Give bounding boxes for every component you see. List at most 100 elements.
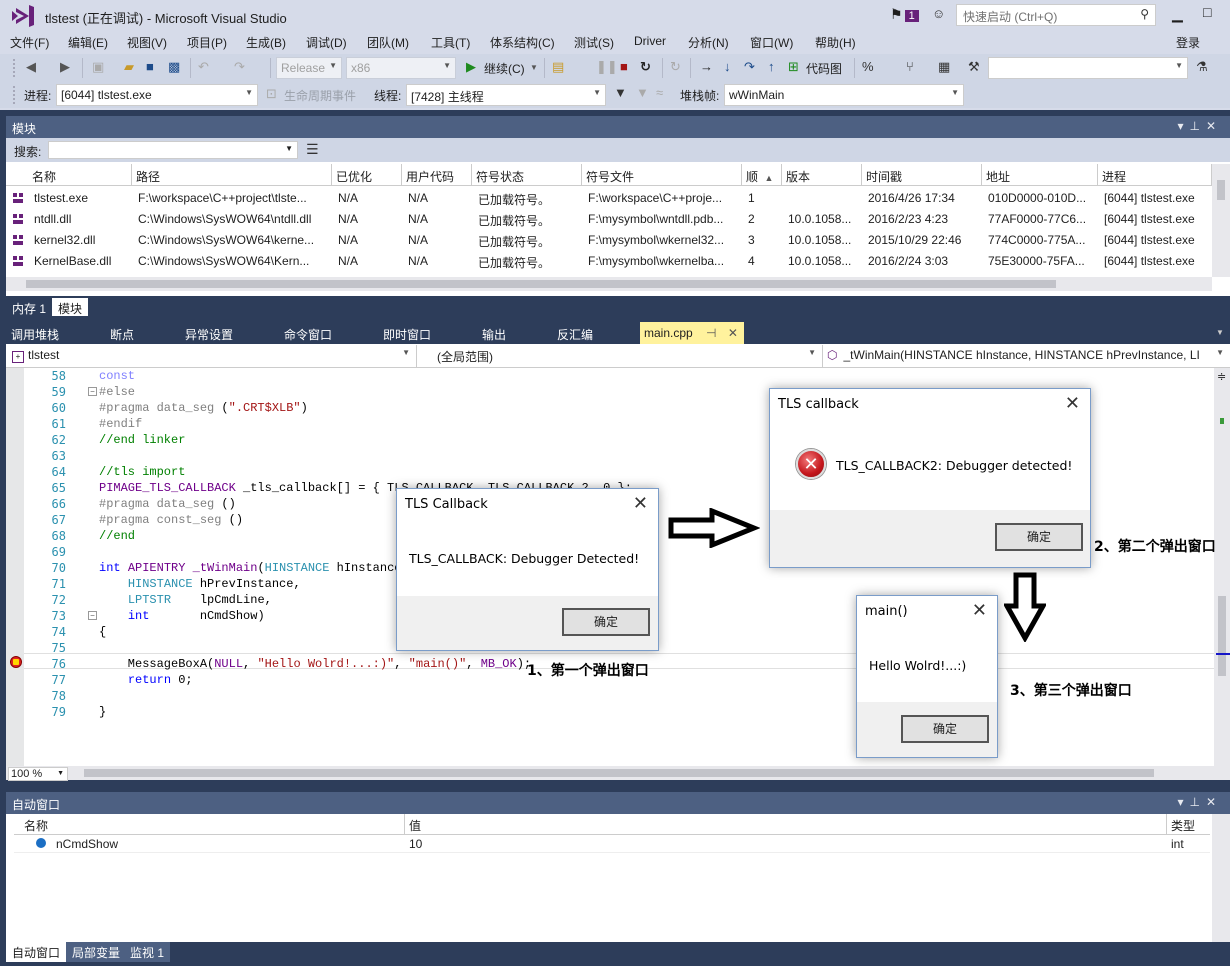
column-header-name[interactable]: 名称	[24, 817, 48, 834]
code-line[interactable]: MessageBoxA(NULL, "Hello Wolrd!...:)", "…	[99, 657, 531, 671]
column-header[interactable]: 时间戳	[862, 164, 982, 186]
toolbar-grip[interactable]	[12, 85, 16, 105]
menu-item[interactable]: 分析(N)	[688, 34, 729, 51]
modules-vertical-scrollbar[interactable]	[1212, 164, 1230, 277]
modules-horizontal-scrollbar[interactable]	[6, 277, 1212, 291]
menu-item[interactable]: 生成(B)	[246, 34, 286, 51]
menu-item[interactable]: 视图(V)	[127, 34, 167, 51]
code-line[interactable]: #else	[99, 385, 135, 399]
source-control-icon[interactable]: ⑂	[906, 59, 914, 74]
scope-select[interactable]: (全局范围) ▼	[416, 345, 820, 367]
pin-icon[interactable]: ⊥	[1189, 795, 1205, 809]
restart-icon[interactable]: ↻	[640, 59, 651, 75]
stop-icon[interactable]: ■	[620, 59, 628, 74]
feedback-icon[interactable]: ☺	[932, 6, 945, 21]
member-select[interactable]: ⬡ _tWinMain(HINSTANCE hInstance, HINSTANC…	[822, 345, 1228, 367]
continue-button[interactable]: 继续(C)	[484, 60, 525, 77]
code-line[interactable]: }	[99, 705, 106, 719]
breakpoint-gutter[interactable]	[6, 368, 24, 766]
login-link[interactable]: 登录	[1176, 34, 1200, 51]
close-icon[interactable]: ✕	[972, 600, 987, 621]
code-line[interactable]: HINSTANCE hPrevInstance,	[99, 577, 301, 591]
toolbar-grip[interactable]	[12, 58, 16, 78]
menu-item[interactable]: 项目(P)	[187, 34, 227, 51]
table-row[interactable]: nCmdShow 10 int	[14, 835, 1210, 853]
code-line[interactable]: #endif	[99, 417, 142, 431]
save-icon[interactable]: ■	[146, 59, 154, 74]
column-header[interactable]: 用户代码	[402, 164, 472, 186]
filter-icon[interactable]: ▼	[614, 85, 627, 100]
breakpoints-disable-icon[interactable]: %	[862, 59, 874, 74]
variable-value[interactable]: 10	[409, 837, 422, 851]
solution-config-select[interactable]: Release ▼	[276, 57, 342, 79]
scrollbar-thumb[interactable]	[84, 769, 1154, 777]
collapse-icon[interactable]: −	[88, 611, 97, 620]
find-icon[interactable]: ⚒	[968, 59, 980, 75]
code-line[interactable]: //end linker	[99, 433, 185, 447]
process-icon[interactable]: ▤	[552, 59, 564, 75]
stackframe-select[interactable]: wWinMain ▼	[724, 84, 964, 106]
process-select[interactable]: [6044] tlstest.exe ▼	[56, 84, 258, 106]
scrollbar-thumb[interactable]	[1217, 180, 1225, 200]
navigate-back-icon[interactable]: ◀	[26, 59, 36, 75]
lifecycle-events-button[interactable]: 生命周期事件	[284, 87, 356, 104]
editor-vertical-scrollbar[interactable]: ≑	[1214, 368, 1230, 766]
apply-code-changes-icon[interactable]: ↻	[670, 59, 681, 75]
continue-play-icon[interactable]: ▶	[466, 59, 476, 75]
menu-item[interactable]: 体系结构(C)	[490, 34, 555, 51]
thread-select[interactable]: [7428] 主线程 ▼	[406, 84, 606, 106]
table-row[interactable]: kernel32.dll C:\Windows\SysWOW64\kerne...…	[6, 230, 1212, 251]
save-all-icon[interactable]: ▩	[168, 59, 180, 75]
test-icon[interactable]: ⚗	[1196, 59, 1208, 75]
zoom-level-select[interactable]: 100 % ▼	[8, 767, 68, 781]
menu-item[interactable]: 测试(S)	[574, 34, 614, 51]
collapse-icon[interactable]: −	[88, 387, 97, 396]
step-out-icon[interactable]: ↑	[768, 59, 775, 74]
close-icon[interactable]: ✕	[633, 493, 648, 514]
close-icon[interactable]: ✕	[1206, 119, 1222, 133]
column-header-type[interactable]: 类型	[1166, 814, 1199, 835]
maximize-button[interactable]: □	[1203, 4, 1211, 20]
ok-button[interactable]: 确定	[562, 608, 650, 636]
menu-item[interactable]: Driver	[634, 34, 666, 48]
show-next-statement-icon[interactable]: →	[700, 59, 713, 74]
tab-tool-window[interactable]: 断点	[110, 326, 134, 343]
quick-launch-input[interactable]: 快速启动 (Ctrl+Q) ⚲	[956, 4, 1156, 26]
code-line[interactable]: int nCmdShow)	[99, 609, 265, 623]
tab-locals[interactable]: 局部变量	[66, 942, 127, 962]
tab-overflow-icon[interactable]: ▼	[1216, 328, 1224, 337]
tab-watch-1[interactable]: 监视 1	[124, 942, 171, 962]
filter-clear-icon[interactable]: ▼	[636, 85, 649, 100]
column-header[interactable]: 名称	[28, 164, 132, 186]
step-over-icon[interactable]: ↷	[744, 59, 755, 75]
pin-icon[interactable]: ⊣	[706, 326, 716, 340]
code-line[interactable]: //end	[99, 529, 135, 543]
tab-main-cpp[interactable]: main.cpp ⊣ ✕	[640, 322, 744, 344]
close-icon[interactable]: ✕	[728, 326, 738, 340]
menu-item[interactable]: 团队(M)	[367, 34, 409, 51]
panel-menu-icon[interactable]: ▾	[1177, 795, 1189, 809]
modules-search-input[interactable]: ▼	[48, 141, 298, 159]
minimize-button[interactable]: ▁	[1172, 6, 1183, 23]
column-header[interactable]: 地址	[982, 164, 1098, 186]
code-line[interactable]: #pragma data_seg ()	[99, 497, 236, 511]
redo-icon[interactable]: ↷	[234, 59, 245, 75]
column-header[interactable]: 顺 ▲	[742, 164, 782, 186]
code-line[interactable]: //tls import	[99, 465, 185, 479]
pause-icon[interactable]: ❚❚	[596, 59, 618, 75]
menu-item[interactable]: 帮助(H)	[815, 34, 856, 51]
tab-tool-window[interactable]: 反汇编	[557, 326, 593, 343]
menu-item[interactable]: 工具(T)	[431, 34, 470, 51]
close-icon[interactable]: ✕	[1206, 795, 1222, 809]
menu-item[interactable]: 文件(F)	[10, 34, 49, 51]
project-select[interactable]: + tlstest ▼	[8, 345, 414, 367]
undo-icon[interactable]: ↶	[198, 59, 209, 75]
menu-item[interactable]: 调试(D)	[306, 34, 347, 51]
panel-menu-icon[interactable]: ▾	[1177, 119, 1189, 133]
autos-vertical-scrollbar[interactable]	[1212, 814, 1230, 942]
tab-tool-window[interactable]: 调用堆栈	[11, 326, 59, 343]
scrollbar-thumb[interactable]	[26, 280, 1056, 288]
column-header-value[interactable]: 值	[404, 814, 425, 835]
ok-button[interactable]: 确定	[995, 523, 1083, 551]
code-line[interactable]: const	[99, 369, 135, 383]
